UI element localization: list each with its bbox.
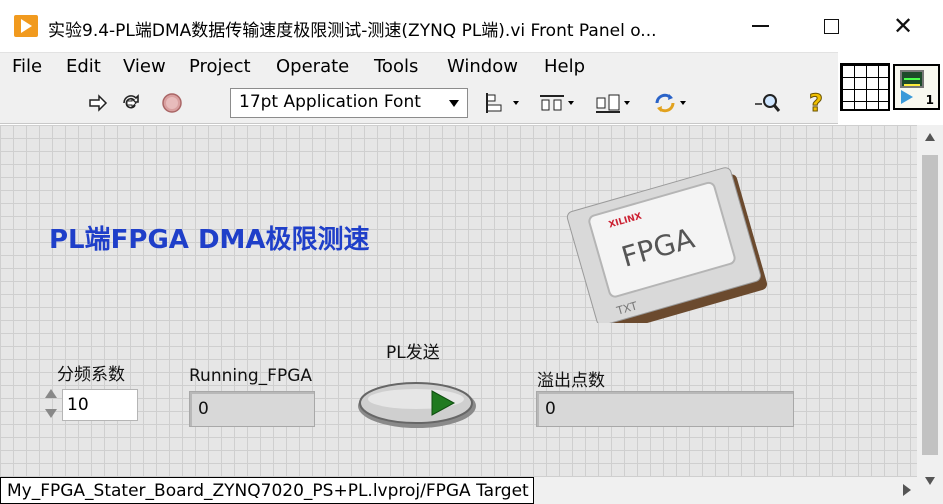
context-help-icon: ? bbox=[809, 90, 824, 116]
decrement-arrow-icon[interactable] bbox=[45, 409, 57, 418]
scroll-down-icon[interactable] bbox=[925, 477, 935, 485]
search-icon bbox=[755, 94, 781, 112]
vi-icon-screen bbox=[900, 70, 924, 88]
maximize-button[interactable] bbox=[808, 10, 854, 42]
vertical-scroll-thumb[interactable] bbox=[922, 155, 938, 455]
increment-arrow-icon[interactable] bbox=[45, 389, 57, 398]
resize-objects-button[interactable] bbox=[591, 89, 633, 117]
scroll-right-icon[interactable] bbox=[903, 484, 911, 496]
divider-label: 分频系数 bbox=[57, 365, 125, 385]
connector-pane[interactable] bbox=[840, 63, 890, 111]
fpga-chip-image: XILINX FPGA TXT bbox=[566, 167, 768, 323]
run-continuously-icon bbox=[123, 94, 139, 109]
menu-tools[interactable]: Tools bbox=[374, 56, 418, 77]
abort-icon bbox=[162, 93, 182, 113]
menu-edit[interactable]: Edit bbox=[66, 56, 101, 77]
overflow-indicator: 0 bbox=[536, 391, 794, 427]
svg-text:?: ? bbox=[809, 90, 823, 116]
project-target-path: My_FPGA_Stater_Board_ZYNQ7020_PS+PL.lvpr… bbox=[0, 477, 534, 504]
run-continuously-button[interactable] bbox=[118, 89, 144, 117]
running-fpga-label: Running_FPGA bbox=[189, 366, 312, 386]
menu-bar: File Edit View Project Operate Tools Win… bbox=[0, 52, 838, 82]
running-fpga-indicator: 0 bbox=[189, 391, 315, 427]
divider-stepper[interactable] bbox=[42, 387, 60, 425]
pl-send-label: PL发送 bbox=[386, 343, 440, 363]
vi-icon-arrow bbox=[901, 90, 913, 104]
vi-icon-number: 1 bbox=[925, 93, 934, 107]
abort-button[interactable] bbox=[160, 89, 184, 117]
minimize-icon bbox=[751, 25, 769, 27]
scroll-up-icon[interactable] bbox=[925, 133, 935, 141]
menu-project[interactable]: Project bbox=[189, 56, 251, 77]
window-title: 实验9.4-PL端DMA数据传输速度极限测试-测速(ZYNQ PL端).vi F… bbox=[48, 21, 657, 41]
reorder-icon bbox=[655, 93, 675, 113]
chevron-down-icon bbox=[449, 100, 459, 107]
run-button[interactable] bbox=[86, 89, 110, 117]
menu-operate[interactable]: Operate bbox=[276, 56, 349, 77]
menu-file[interactable]: File bbox=[12, 56, 42, 77]
pl-send-button[interactable] bbox=[356, 379, 478, 429]
close-button[interactable]: ✕ bbox=[880, 10, 926, 42]
distribute-objects-button[interactable] bbox=[535, 89, 577, 117]
run-arrow-icon bbox=[89, 94, 108, 112]
menu-window[interactable]: Window bbox=[447, 56, 518, 77]
labview-app-icon bbox=[14, 15, 38, 37]
context-help-button[interactable]: ? bbox=[802, 89, 832, 117]
distribute-objects-icon bbox=[540, 95, 564, 111]
align-objects-icon bbox=[486, 93, 502, 113]
reorder-button[interactable] bbox=[648, 89, 690, 117]
title-bar: 实验9.4-PL端DMA数据传输速度极限测试-测速(ZYNQ PL端).vi F… bbox=[0, 0, 943, 52]
resize-objects-icon bbox=[596, 94, 620, 113]
vertical-scrollbar[interactable] bbox=[917, 125, 943, 477]
font-select[interactable]: 17pt Application Font bbox=[230, 88, 468, 118]
front-panel: PL端FPGA DMA极限测速 XILINX FPGA TXT 分频系数 10 … bbox=[0, 125, 917, 477]
menu-help[interactable]: Help bbox=[544, 56, 585, 77]
font-select-value: 17pt Application Font bbox=[239, 92, 421, 112]
vi-icon[interactable]: 1 bbox=[893, 64, 940, 110]
align-objects-button[interactable] bbox=[482, 89, 522, 117]
search-button[interactable] bbox=[750, 89, 784, 117]
panel-title: PL端FPGA DMA极限测速 bbox=[49, 225, 370, 255]
menu-view[interactable]: View bbox=[123, 56, 166, 77]
toolbar: 17pt Application Font ? bbox=[0, 82, 838, 124]
overflow-label: 溢出点数 bbox=[537, 371, 605, 391]
minimize-button[interactable] bbox=[737, 10, 783, 42]
divider-input[interactable]: 10 bbox=[62, 389, 138, 421]
maximize-icon bbox=[823, 18, 839, 34]
